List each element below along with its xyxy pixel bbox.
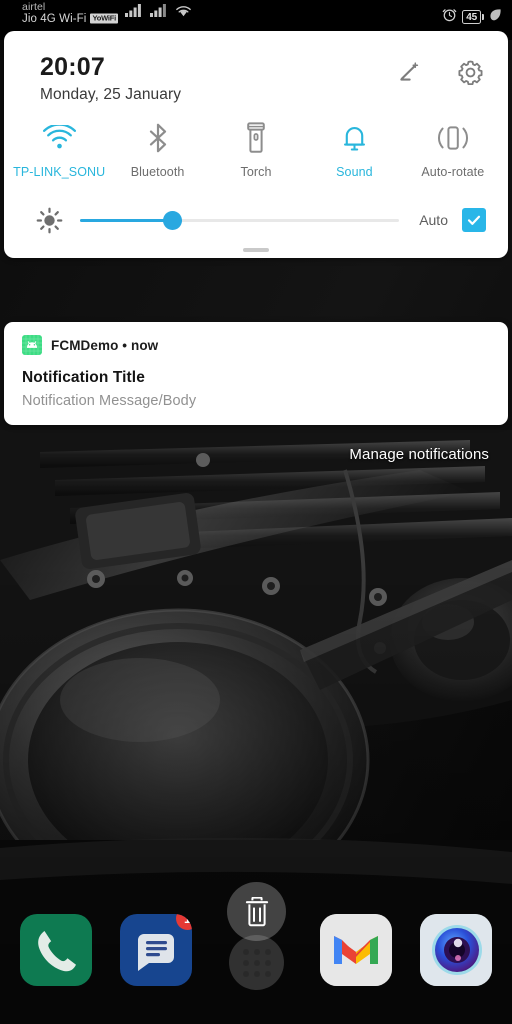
bluetooth-icon [145,122,171,154]
quick-settings-actions [395,53,484,86]
clock-date: Monday, 25 January [40,85,182,103]
trash-delete-icon[interactable] [227,882,286,941]
gear-icon[interactable] [457,59,484,86]
qs-tile-wifi[interactable]: TP-LINK_SONU [10,122,108,179]
notification-body: Notification Message/Body [22,393,197,409]
qs-tile-auto-rotate[interactable]: Auto-rotate [404,122,502,179]
drawer-dot [242,948,249,955]
drawer-dot [242,970,249,977]
signal-bars-icon [125,4,142,22]
drawer-dots-grid [242,948,271,977]
checkmark-icon [467,215,481,226]
drawer-dot [253,948,260,955]
notification-title: Notification Title [22,369,145,386]
status-bar: airtel Jio 4G Wi-Fi YoWiFi 45 [0,0,512,30]
alarm-clock-icon [442,7,457,27]
qs-tile-label-wifi: TP-LINK_SONU [13,164,106,179]
carrier-secondary-label: Jio 4G Wi-Fi YoWiFi [22,13,119,26]
status-bar-left: airtel Jio 4G Wi-Fi YoWiFi [22,1,192,25]
battery-nub [482,14,484,20]
yowifi-badge: YoWiFi [90,13,119,24]
status-bar-signals [125,4,192,25]
quick-settings-panel: 20:07 Monday, 25 January TP-LINK_SONU Bl… [4,31,508,258]
home-dock: 1 [0,882,512,1024]
flashlight-icon [245,122,267,154]
qs-tile-torch[interactable]: Torch [207,122,305,179]
screen-rotate-icon [436,122,470,154]
qs-tile-bluetooth[interactable]: Bluetooth [108,122,206,179]
battery-level-label: 45 [462,10,481,24]
clock-time: 20:07 [40,53,105,81]
battery-indicator: 45 [462,10,484,24]
manage-notifications-row: Manage notifications [0,446,512,463]
android-robot-icon [22,335,42,355]
status-bar-right: 45 [442,1,502,27]
carrier-info: airtel Jio 4G Wi-Fi YoWiFi [22,1,119,26]
dock-app-camera[interactable] [420,914,492,986]
brightness-slider-thumb[interactable] [163,210,183,230]
gmail-m-icon [320,914,392,986]
qs-tile-label-auto-rotate: Auto-rotate [421,164,485,179]
qs-tile-sound[interactable]: Sound [305,122,403,179]
brightness-row: Auto [4,181,508,234]
drawer-dot [242,959,249,966]
brightness-slider[interactable] [70,208,411,232]
quick-settings-header: 20:07 Monday, 25 January [4,31,508,104]
clock-block: 20:07 Monday, 25 January [40,53,181,104]
brightness-sun-icon [36,207,70,234]
auto-brightness-label: Auto [419,212,448,229]
notification-card[interactable]: FCMDemo • now Notification Title Notific… [4,322,508,425]
panel-drag-handle[interactable] [243,247,269,252]
app-drawer-dots-icon[interactable] [229,935,284,990]
drawer-dot [264,959,271,966]
carrier-secondary-text: Jio 4G Wi-Fi [22,13,87,26]
phone-handset-icon [38,931,76,972]
pencil-edit-icon[interactable] [395,60,421,86]
bell-icon [341,122,368,154]
auto-brightness-checkbox[interactable] [462,208,486,233]
dock-app-gmail[interactable] [320,914,392,986]
qs-tile-label-sound: Sound [336,164,373,179]
quick-settings-tiles: TP-LINK_SONU Bluetooth Torch Sound Auto-… [4,104,508,181]
dock-app-messages[interactable]: 1 [120,914,192,986]
signal-bars-icon [150,4,167,22]
camera-lens-icon [420,914,492,986]
drawer-dot [253,959,260,966]
wifi-icon [175,4,192,22]
wifi-icon [42,122,76,154]
manage-notifications-button[interactable]: Manage notifications [349,446,489,463]
notification-header: FCMDemo • now [22,335,490,355]
drawer-dot [264,948,271,955]
drawer-dot [253,970,260,977]
carrier-primary-label: airtel [22,1,46,13]
qs-tile-label-bluetooth: Bluetooth [130,164,185,179]
dock-app-phone[interactable] [20,914,92,986]
qs-tile-label-torch: Torch [240,164,272,179]
notification-app-line: FCMDemo • now [51,337,159,353]
drawer-dot [264,970,271,977]
leaf-icon [489,8,502,27]
